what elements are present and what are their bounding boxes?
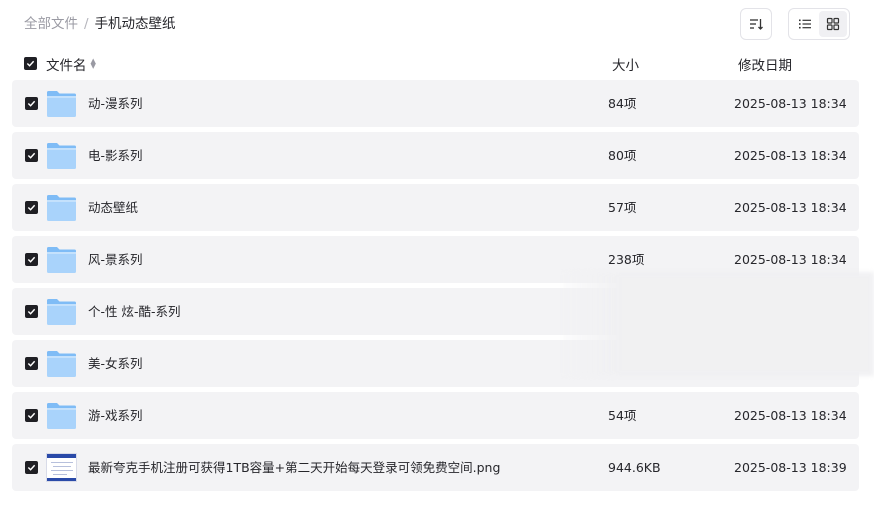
row-checkbox[interactable] xyxy=(25,357,38,370)
check-icon xyxy=(27,204,36,211)
folder-icon xyxy=(46,401,77,430)
file-size: 57项 xyxy=(608,200,637,215)
breadcrumb-root[interactable]: 全部文件 xyxy=(24,14,78,34)
file-size: 944.6KB xyxy=(608,460,661,475)
folder-icon xyxy=(46,245,77,274)
row-checkbox[interactable] xyxy=(25,409,38,422)
check-icon xyxy=(27,152,36,159)
column-name-label: 文件名 xyxy=(46,58,87,74)
top-bar: 全部文件 / 手机动态壁纸 xyxy=(0,0,874,48)
column-size-header[interactable]: 大小 xyxy=(612,54,639,74)
breadcrumb-separator: / xyxy=(84,16,89,32)
row-checkbox[interactable] xyxy=(25,305,38,318)
check-icon xyxy=(27,464,36,471)
file-date: 2025-08-13 18:39 xyxy=(734,460,847,475)
grid-view-icon xyxy=(826,17,840,31)
column-date-header[interactable]: 修改日期 xyxy=(738,54,792,74)
blur-overlay xyxy=(562,272,874,376)
file-name[interactable]: 游-戏系列 xyxy=(88,407,143,425)
file-row[interactable]: 动-漫系列 84项 2025-08-13 18:34 xyxy=(12,80,859,127)
file-date: 2025-08-13 18:34 xyxy=(734,96,847,111)
file-name[interactable]: 美-女系列 xyxy=(88,355,143,373)
file-size: 84项 xyxy=(608,96,637,111)
breadcrumb: 全部文件 / 手机动态壁纸 xyxy=(24,14,176,34)
row-checkbox[interactable] xyxy=(25,253,38,266)
check-icon xyxy=(27,256,36,263)
file-name[interactable]: 电-影系列 xyxy=(88,147,143,165)
file-name[interactable]: 风-景系列 xyxy=(88,251,143,269)
view-toggle-group xyxy=(788,8,850,40)
file-row[interactable]: 电-影系列 80项 2025-08-13 18:34 xyxy=(12,132,859,179)
file-date: 2025-08-13 18:34 xyxy=(734,408,847,423)
file-size: 238项 xyxy=(608,252,645,267)
folder-icon xyxy=(46,141,77,170)
breadcrumb-current: 手机动态壁纸 xyxy=(94,16,176,32)
file-name[interactable]: 动态壁纸 xyxy=(88,199,138,217)
check-icon xyxy=(26,60,35,67)
file-row[interactable]: 最新夸克手机注册可获得1TB容量+第二天开始每天登录可领免费空间.png 944.… xyxy=(12,444,859,491)
check-icon xyxy=(27,308,36,315)
column-name-header[interactable]: 文件名 ▲ ▼ xyxy=(46,54,96,75)
list-view-icon xyxy=(799,19,811,29)
file-size: 54项 xyxy=(608,408,637,423)
file-size: 80项 xyxy=(608,148,637,163)
column-header-row: 文件名 ▲ ▼ 大小 修改日期 xyxy=(0,52,874,76)
file-date: 2025-08-13 18:34 xyxy=(734,148,847,163)
folder-icon xyxy=(46,349,77,378)
folder-icon xyxy=(46,89,77,118)
folder-icon xyxy=(46,193,77,222)
check-icon xyxy=(27,412,36,419)
check-icon xyxy=(27,360,36,367)
check-icon xyxy=(27,100,36,107)
row-checkbox[interactable] xyxy=(25,149,38,162)
file-name[interactable]: 最新夸克手机注册可获得1TB容量+第二天开始每天登录可领免费空间.png xyxy=(88,459,500,477)
file-row[interactable]: 游-戏系列 54项 2025-08-13 18:34 xyxy=(12,392,859,439)
file-name[interactable]: 个-性 炫-酷-系列 xyxy=(88,303,181,321)
row-checkbox[interactable] xyxy=(25,201,38,214)
file-name[interactable]: 动-漫系列 xyxy=(88,95,143,113)
grid-view-button[interactable] xyxy=(819,11,847,37)
sort-lines-icon xyxy=(750,19,763,30)
file-date: 2025-08-13 18:34 xyxy=(734,200,847,215)
file-row[interactable]: 动态壁纸 57项 2025-08-13 18:34 xyxy=(12,184,859,231)
sort-button[interactable] xyxy=(740,8,772,40)
row-checkbox[interactable] xyxy=(25,461,38,474)
folder-icon xyxy=(46,297,77,326)
select-all-checkbox[interactable] xyxy=(24,57,37,70)
list-view-button[interactable] xyxy=(791,11,819,37)
file-date: 2025-08-13 18:34 xyxy=(734,252,847,267)
row-checkbox[interactable] xyxy=(25,97,38,110)
image-file-icon xyxy=(46,453,77,482)
sort-arrows-icon: ▲ ▼ xyxy=(90,57,96,70)
